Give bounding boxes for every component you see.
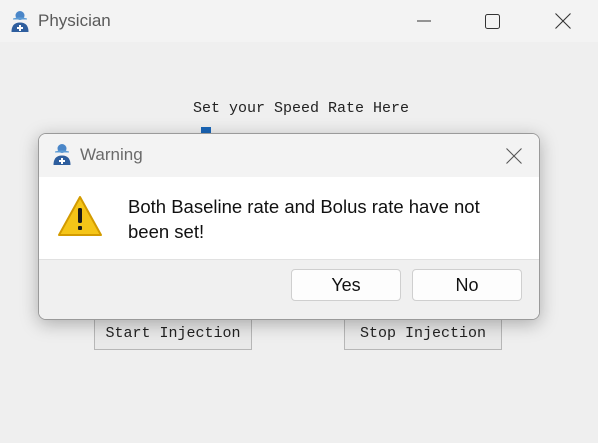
- minimize-button[interactable]: [401, 0, 447, 42]
- no-button[interactable]: No: [412, 269, 522, 301]
- speed-rate-label: Set your Speed Rate Here: [193, 100, 410, 117]
- dialog-body: Both Baseline rate and Bolus rate have n…: [39, 177, 539, 259]
- warning-dialog: Warning Both Baseline rate and Bolus rat…: [38, 133, 540, 320]
- window-title: Physician: [38, 11, 111, 30]
- dialog-footer: Yes No: [39, 259, 539, 319]
- stop-injection-button[interactable]: Stop Injection: [344, 316, 502, 350]
- dialog-title: Warning: [80, 145, 143, 164]
- doctor-icon: [11, 11, 29, 32]
- minimize-icon: [417, 20, 431, 22]
- dialog-message: Both Baseline rate and Bolus rate have n…: [128, 196, 480, 242]
- window-titlebar: Physician: [0, 0, 598, 42]
- close-icon: [555, 13, 571, 29]
- close-button[interactable]: [540, 0, 586, 42]
- maximize-icon: [484, 13, 500, 29]
- dialog-close-button[interactable]: [489, 134, 539, 177]
- dialog-titlebar: Warning: [39, 134, 539, 177]
- maximize-button[interactable]: [469, 0, 515, 42]
- warning-icon: [58, 196, 102, 236]
- doctor-icon: [53, 144, 71, 165]
- yes-button[interactable]: Yes: [291, 269, 401, 301]
- start-injection-button[interactable]: Start Injection: [94, 316, 252, 350]
- close-icon: [506, 147, 522, 164]
